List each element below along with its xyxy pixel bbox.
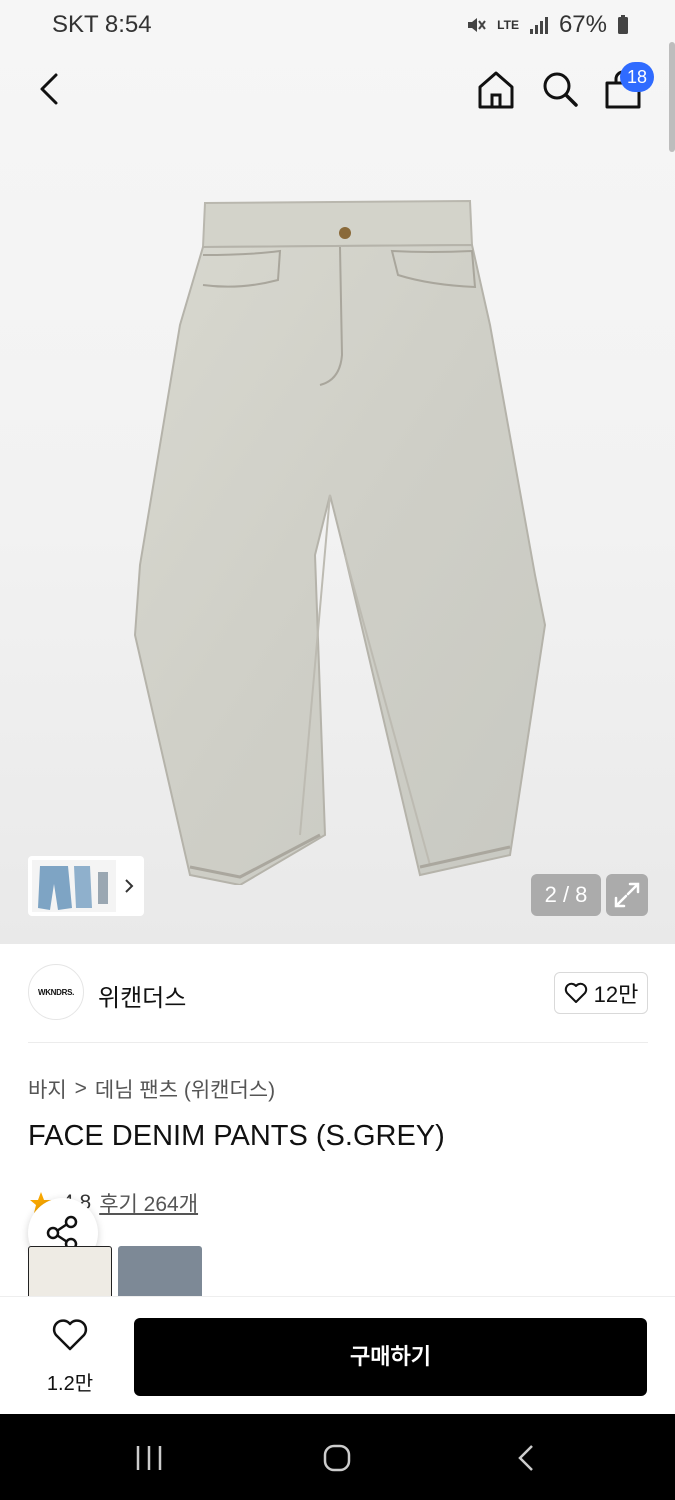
purchase-action-bar: 1.2만 구매하기	[0, 1296, 675, 1414]
brand-like-button[interactable]: 12만	[554, 972, 648, 1014]
wishlist-button[interactable]: 1.2만	[28, 1317, 112, 1397]
wishlist-count: 1.2만	[46, 1373, 94, 1395]
home-system-button[interactable]	[312, 1440, 362, 1476]
top-navigation	[0, 55, 675, 125]
color-options	[28, 1246, 202, 1296]
scrollbar-thumb[interactable]	[669, 42, 675, 152]
network-label: LTE	[497, 18, 519, 32]
heart-icon	[564, 982, 587, 1003]
expand-icon	[614, 882, 640, 908]
breadcrumb-category[interactable]: 바지	[28, 1074, 67, 1104]
reviews-link[interactable]: 후기 264개	[99, 1188, 198, 1218]
image-counter: 2 / 8	[531, 874, 601, 916]
divider	[28, 1042, 648, 1043]
status-bar: SKT 8:54 LTE 67%	[0, 0, 675, 50]
product-title: FACE DENIM PANTS (S.GREY)	[28, 1120, 445, 1152]
carrier-time: SKT 8:54	[52, 11, 152, 38]
home-icon[interactable]	[472, 67, 520, 113]
fullscreen-button[interactable]	[606, 874, 648, 916]
thumbnail-strip-button[interactable]	[28, 856, 144, 916]
product-photo	[133, 199, 547, 885]
color-option-grey[interactable]	[28, 1246, 112, 1296]
thumbnail-preview	[32, 860, 134, 912]
product-image-gallery[interactable]: SKT 8:54 LTE 67% 18 2 / 8	[0, 0, 675, 944]
back-button[interactable]	[28, 65, 72, 113]
search-icon[interactable]	[536, 67, 584, 113]
system-navigation-bar	[0, 1414, 675, 1500]
battery-icon	[618, 15, 628, 34]
brand-row[interactable]: WKNDRS. 위캔더스 12만	[28, 964, 648, 1024]
color-option-blue[interactable]	[118, 1246, 202, 1296]
cart-count-badge: 18	[620, 62, 654, 92]
brand-logo[interactable]: WKNDRS.	[28, 964, 84, 1020]
breadcrumb: 바지 > 데님 팬츠 (위캔더스)	[28, 1074, 275, 1104]
back-system-button[interactable]	[502, 1440, 552, 1476]
brand-name[interactable]: 위캔더스	[98, 978, 186, 1013]
brand-like-count: 12만	[593, 982, 639, 1007]
recent-apps-button[interactable]	[124, 1440, 174, 1476]
chevron-right-icon	[125, 879, 134, 893]
status-icons: LTE 67%	[465, 11, 629, 39]
mute-icon	[468, 18, 486, 32]
breadcrumb-subcategory[interactable]: 데님 팬츠 (위캔더스)	[95, 1074, 275, 1104]
signal-icon	[529, 17, 548, 34]
battery-percent: 67%	[558, 11, 607, 38]
breadcrumb-separator: >	[74, 1077, 87, 1100]
heart-icon	[52, 1319, 88, 1351]
buy-button[interactable]: 구매하기	[134, 1318, 647, 1396]
